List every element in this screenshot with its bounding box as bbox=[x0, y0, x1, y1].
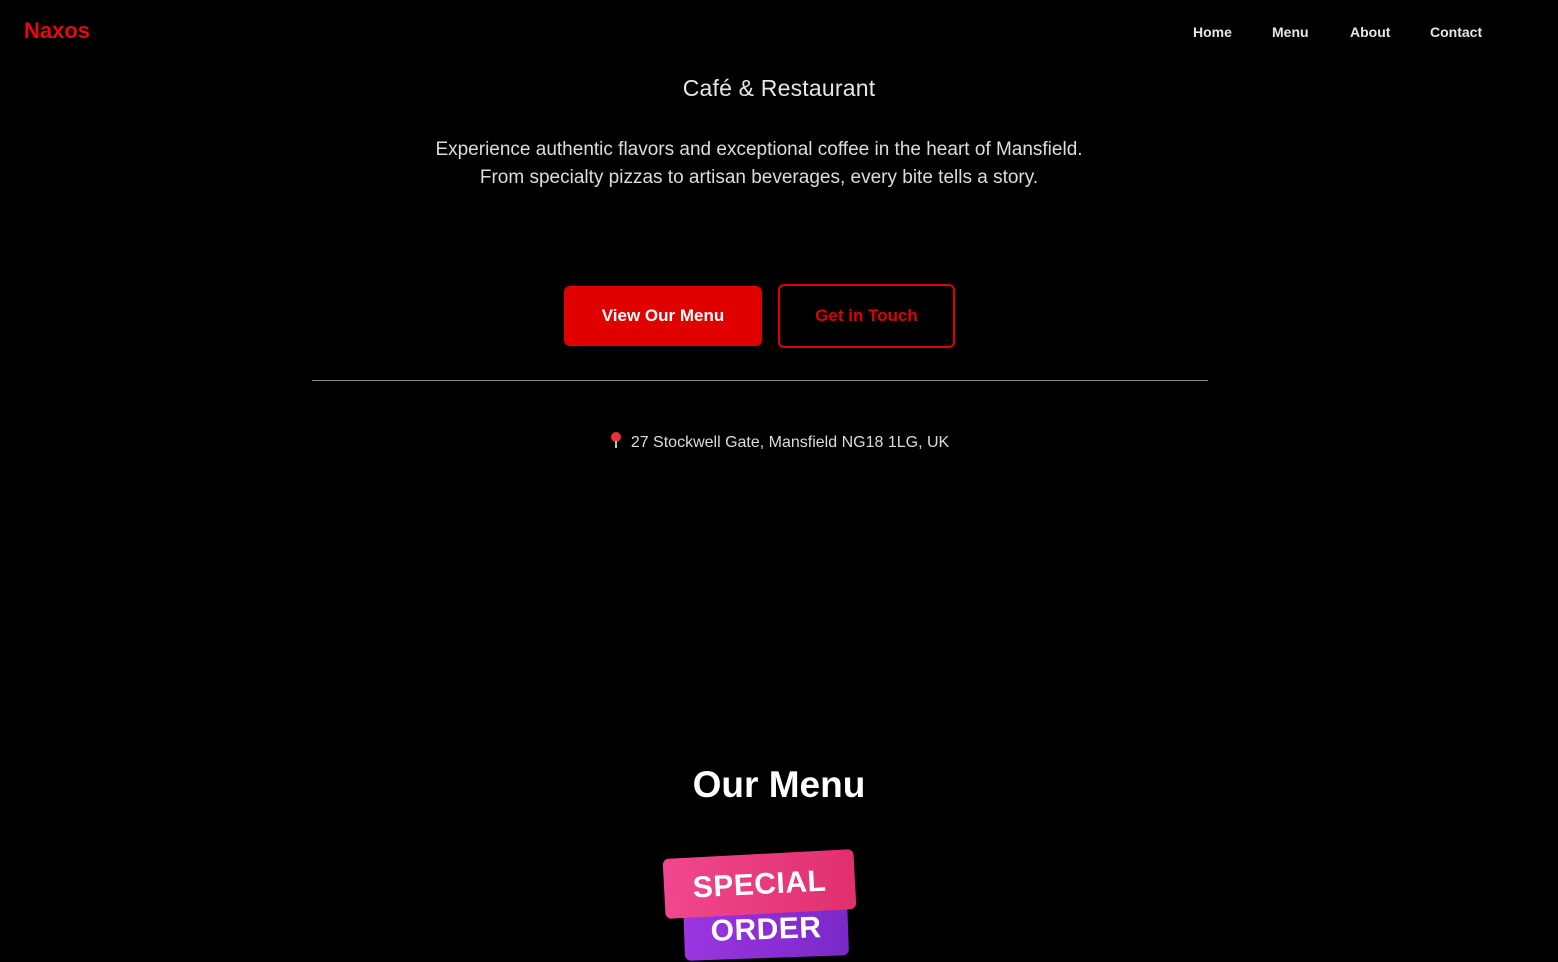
nav-link-home[interactable]: Home bbox=[1193, 22, 1232, 42]
special-order-badge[interactable]: ORDER SPECIAL bbox=[655, 840, 865, 962]
main-nav: Home Menu About Contact bbox=[0, 22, 1558, 42]
nav-link-about[interactable]: About bbox=[1350, 22, 1390, 42]
hero-intro: Experience authentic flavors and excepti… bbox=[435, 139, 1083, 188]
map-pin-icon bbox=[609, 431, 623, 449]
nav-link-contact[interactable]: Contact bbox=[1430, 22, 1482, 42]
hero-divider bbox=[312, 380, 1208, 381]
nav-link-menu[interactable]: Menu bbox=[1272, 22, 1309, 42]
get-in-touch-button[interactable]: Get in Touch bbox=[778, 284, 955, 348]
address-text: 27 Stockwell Gate, Mansfield NG18 1LG, U… bbox=[630, 434, 950, 451]
menu-section-title: Our Menu bbox=[692, 764, 866, 805]
view-menu-button[interactable]: View Our Menu bbox=[564, 286, 762, 346]
hero-tagline: Café & Restaurant bbox=[682, 75, 876, 101]
page: Naxos Home Menu About Contact Café & Res… bbox=[0, 0, 1558, 962]
badge-special-label: SPECIAL bbox=[662, 849, 857, 919]
address-line: 27 Stockwell Gate, Mansfield NG18 1LG, U… bbox=[0, 431, 1558, 453]
